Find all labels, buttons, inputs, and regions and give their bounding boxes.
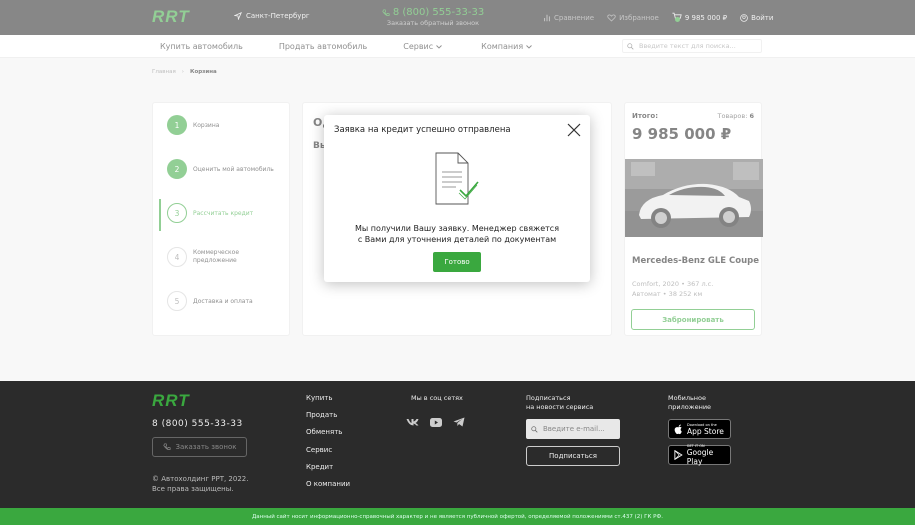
footer: RRT 8 (800) 555-33-33 Заказать звонок © … <box>0 381 915 508</box>
social-links <box>406 417 465 427</box>
done-button[interactable]: Готово <box>433 252 481 272</box>
telegram-icon[interactable] <box>453 417 465 427</box>
footer-link-exchange[interactable]: Обменять <box>306 428 350 445</box>
google-play-big: Google Play <box>686 448 714 466</box>
email-placeholder: Введите e-mail... <box>543 425 605 433</box>
footer-link-buy[interactable]: Купить <box>306 394 350 411</box>
newsletter-title: Подписаться на новости сервиса <box>526 394 593 412</box>
callback-label: Заказать звонок <box>175 443 237 451</box>
footer-menu: Купить Продать Обменять Сервис Кредит О … <box>306 394 350 497</box>
phone-icon <box>162 443 171 450</box>
copyright-line: © Автохолдинг РРТ, 2022. <box>152 475 249 483</box>
modal-message-line: Мы получили Вашу заявку. Менеджер свяжет… <box>354 224 560 233</box>
app-store-big: App Store <box>687 426 724 436</box>
vk-icon[interactable] <box>406 418 419 426</box>
footer-logo[interactable]: RRT <box>152 391 190 411</box>
google-play-badge[interactable]: GET IT ON Google Play <box>668 444 731 466</box>
footer-link-service[interactable]: Сервис <box>306 446 350 463</box>
google-play-icon <box>674 450 683 460</box>
legal-disclaimer: Данный сайт носит информационно-справочн… <box>0 508 915 525</box>
success-modal: Заявка на кредит успешно отправлена Мы п… <box>324 115 590 282</box>
footer-link-sell[interactable]: Продать <box>306 411 350 428</box>
email-field[interactable]: Введите e-mail... <box>526 419 620 439</box>
apple-icon <box>674 424 682 434</box>
copyright-line: Все права защищены. <box>152 485 234 493</box>
document-check-icon <box>435 152 479 205</box>
mobile-app-title-line: Мобильное <box>668 394 707 402</box>
close-icon[interactable] <box>567 123 581 137</box>
mobile-app-title-line: приложение <box>668 403 712 411</box>
modal-title: Заявка на кредит успешно отправлена <box>334 125 511 135</box>
modal-message: Мы получили Вашу заявку. Менеджер свяжет… <box>334 223 580 245</box>
subscribe-button[interactable]: Подписаться <box>526 446 620 466</box>
modal-message-line: с Вами для уточнения деталей по документ… <box>357 235 557 244</box>
footer-link-credit[interactable]: Кредит <box>306 463 350 480</box>
youtube-icon[interactable] <box>430 417 442 427</box>
callback-button[interactable]: Заказать звонок <box>152 437 247 457</box>
newsletter-title-line: на новости сервиса <box>526 403 594 411</box>
social-title: Мы в соц сетях <box>411 394 463 402</box>
app-store-badge[interactable]: Download on the App Store <box>668 419 731 439</box>
footer-phone[interactable]: 8 (800) 555-33-33 <box>152 419 243 429</box>
search-icon <box>531 425 538 433</box>
newsletter-title-line: Подписаться <box>526 394 571 402</box>
footer-link-about[interactable]: О компании <box>306 480 350 497</box>
copyright: © Автохолдинг РРТ, 2022. Все права защищ… <box>152 474 248 494</box>
mobile-app-title: Мобильное приложение <box>668 394 711 412</box>
